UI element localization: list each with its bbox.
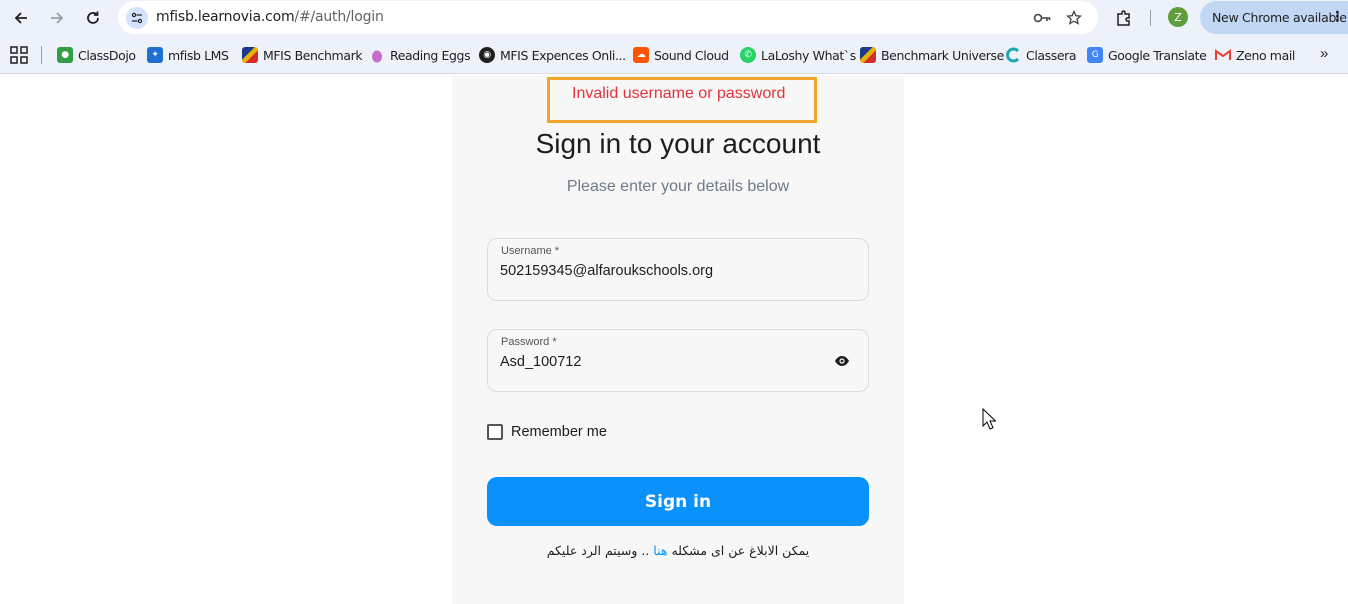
bookmark-label: mfisb LMS bbox=[168, 47, 229, 63]
error-message: Invalid username or password bbox=[572, 85, 786, 102]
password-field[interactable]: Password * bbox=[487, 329, 869, 392]
classdojo-icon: ● bbox=[57, 47, 73, 63]
classera-icon bbox=[1005, 47, 1021, 63]
github-icon: ◉ bbox=[479, 47, 495, 63]
report-here-link[interactable]: هنا bbox=[653, 543, 667, 558]
toolbar-divider bbox=[1150, 10, 1151, 26]
username-label: Username * bbox=[501, 245, 560, 257]
page-subtitle: Please enter your details below bbox=[566, 178, 790, 195]
forward-arrow-icon bbox=[51, 12, 64, 24]
back-arrow-icon bbox=[14, 12, 27, 24]
gmail-icon bbox=[1215, 47, 1231, 63]
bookmark-laloshy-whatsapp[interactable]: ✆ LaLoshy What`s bbox=[740, 45, 856, 65]
bookmark-zeno-mail[interactable]: Zeno mail bbox=[1215, 45, 1295, 65]
forward-button[interactable] bbox=[44, 6, 70, 30]
bookmark-mfisb-lms[interactable]: ✦ mfisb LMS bbox=[147, 45, 229, 65]
url-host: mfisb.learnovia.com bbox=[156, 9, 295, 25]
profile-avatar[interactable]: Z bbox=[1168, 7, 1188, 27]
extensions-icon[interactable] bbox=[1113, 7, 1135, 29]
remember-me-label[interactable]: Remember me bbox=[511, 424, 607, 440]
bookmarks-divider bbox=[41, 46, 42, 64]
bookmark-sound-cloud[interactable]: ☁ Sound Cloud bbox=[633, 45, 729, 65]
username-field[interactable]: Username * bbox=[487, 238, 869, 301]
menu-dots-icon[interactable]: ⋮ bbox=[1330, 9, 1344, 25]
bookmark-label: Benchmark Universe bbox=[881, 47, 1004, 63]
bookmark-label: Classera bbox=[1026, 47, 1077, 63]
password-label: Password * bbox=[501, 336, 557, 348]
mouse-cursor-icon bbox=[982, 408, 996, 430]
report-suffix: .. وسيتم الرد عليكم bbox=[546, 543, 650, 558]
update-chrome-button[interactable]: New Chrome available ⋮ bbox=[1200, 1, 1348, 34]
bookmark-benchmark-universe[interactable]: Benchmark Universe bbox=[860, 45, 1004, 65]
bookmark-google-translate[interactable]: G Google Translate bbox=[1087, 45, 1207, 65]
bookmark-star-icon[interactable] bbox=[1064, 8, 1084, 28]
bookmark-label: ClassDojo bbox=[78, 47, 136, 63]
site-info-icon[interactable] bbox=[126, 7, 148, 29]
bookmark-label: Zeno mail bbox=[1236, 47, 1295, 63]
address-bar[interactable]: mfisb.learnovia.com/#/auth/login bbox=[118, 1, 1098, 34]
update-chrome-label: New Chrome available bbox=[1212, 10, 1347, 25]
username-input[interactable] bbox=[500, 260, 830, 282]
bookmark-classera[interactable]: Classera bbox=[1005, 45, 1077, 65]
bookmark-label: Sound Cloud bbox=[654, 47, 729, 63]
url-text[interactable]: mfisb.learnovia.com/#/auth/login bbox=[156, 9, 384, 25]
apps-grid-icon[interactable] bbox=[10, 46, 28, 64]
reload-icon bbox=[87, 11, 99, 24]
bookmark-label: LaLoshy What`s bbox=[761, 47, 856, 63]
bookmark-reading-eggs[interactable]: Reading Eggs bbox=[369, 45, 471, 65]
google-translate-icon: G bbox=[1087, 47, 1103, 63]
mfis-benchmark-icon bbox=[242, 47, 258, 63]
show-password-eye-icon[interactable] bbox=[834, 355, 850, 367]
reading-eggs-icon bbox=[369, 47, 385, 63]
bookmark-label: Google Translate bbox=[1108, 47, 1207, 63]
whatsapp-icon: ✆ bbox=[740, 47, 756, 63]
bookmarks-bar: ● ClassDojo ✦ mfisb LMS MFIS Benchmark R… bbox=[0, 36, 1348, 74]
password-input[interactable] bbox=[500, 351, 830, 373]
bookmark-label: MFIS Benchmark bbox=[263, 47, 363, 63]
bookmark-label: Reading Eggs bbox=[390, 47, 471, 63]
soundcloud-icon: ☁ bbox=[633, 47, 649, 63]
browser-toolbar: mfisb.learnovia.com/#/auth/login Z New C… bbox=[0, 0, 1348, 36]
bookmark-mfis-benchmark[interactable]: MFIS Benchmark bbox=[242, 45, 363, 65]
password-key-icon[interactable] bbox=[1032, 8, 1052, 28]
bookmark-mfis-expences[interactable]: ◉ MFIS Expences Onli... bbox=[479, 45, 626, 65]
page-title: Sign in to your account bbox=[535, 128, 821, 159]
benchmark-universe-icon bbox=[860, 47, 876, 63]
bookmark-classdojo[interactable]: ● ClassDojo bbox=[57, 45, 136, 65]
bookmark-label: MFIS Expences Onli... bbox=[500, 47, 626, 63]
back-button[interactable] bbox=[8, 6, 34, 30]
sign-in-button[interactable]: Sign in bbox=[487, 477, 869, 526]
report-problem-text: يمكن الابلاغ عن اى مشكله هنا .. وسيتم ال… bbox=[452, 543, 904, 558]
more-bookmarks-icon[interactable]: » bbox=[1320, 45, 1328, 62]
remember-me-row[interactable]: Remember me bbox=[487, 424, 607, 440]
report-prefix: يمكن الابلاغ عن اى مشكله bbox=[671, 543, 810, 558]
remember-me-checkbox[interactable] bbox=[487, 424, 503, 440]
mfisb-lms-icon: ✦ bbox=[147, 47, 163, 63]
url-path: /#/auth/login bbox=[294, 9, 384, 25]
reload-button[interactable] bbox=[80, 6, 106, 30]
